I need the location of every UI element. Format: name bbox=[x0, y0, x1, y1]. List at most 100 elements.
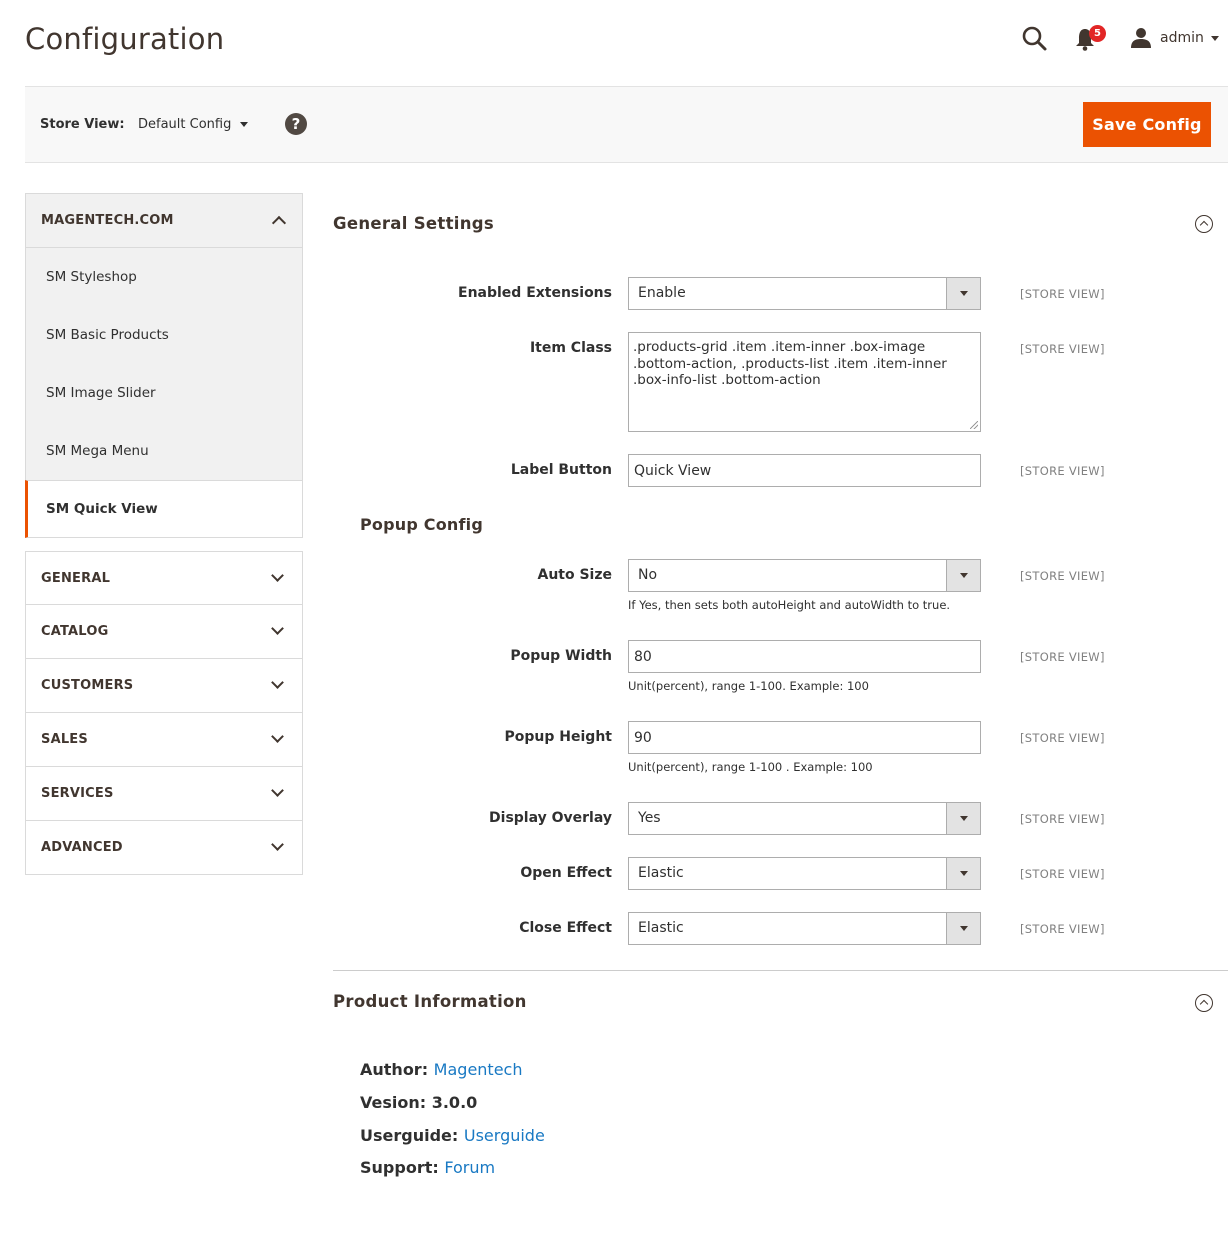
store-switcher-bar: Store View: Default Config ? Save Config bbox=[25, 86, 1228, 163]
sidebar-tab-catalog[interactable]: CATALOG bbox=[25, 605, 303, 659]
sidebar-item-sm-mega-menu[interactable]: SM Mega Menu bbox=[26, 422, 302, 480]
scope-label: [STORE VIEW] bbox=[1020, 464, 1105, 478]
label-button-input[interactable] bbox=[628, 454, 981, 487]
sidebar-spacer bbox=[25, 538, 303, 551]
chevron-down-icon bbox=[271, 676, 284, 689]
field-label: Item Class bbox=[529, 340, 612, 356]
general-settings-header[interactable]: General Settings bbox=[333, 193, 1228, 255]
chevron-down-icon bbox=[946, 913, 980, 944]
section-title-general-settings[interactable]: General Settings bbox=[333, 214, 494, 233]
store-view-dropdown[interactable]: Default Config bbox=[138, 117, 249, 132]
chevron-down-icon bbox=[271, 569, 284, 582]
store-view-selected: Default Config bbox=[138, 117, 232, 132]
popup-width-input[interactable] bbox=[628, 640, 981, 673]
textarea-value: .products-grid .item .item-inner .box-im… bbox=[633, 339, 947, 388]
enabled-extensions-select[interactable]: Enable bbox=[628, 277, 981, 310]
open-effect-select[interactable]: Elastic bbox=[628, 857, 981, 890]
userguide-link[interactable]: Userguide bbox=[464, 1126, 545, 1145]
sidebar-tab-customers[interactable]: CUSTOMERS bbox=[25, 659, 303, 713]
scope-label: [STORE VIEW] bbox=[1020, 867, 1105, 881]
chevron-down-icon bbox=[946, 560, 980, 591]
section-title-product-information[interactable]: Product Information bbox=[333, 992, 527, 1011]
sidebar-tab-label: GENERAL bbox=[41, 570, 111, 586]
sidebar-tab-sales[interactable]: SALES bbox=[25, 713, 303, 767]
field-label: Enabled Extensions bbox=[458, 285, 612, 301]
chevron-up-icon bbox=[271, 215, 287, 231]
help-icon[interactable]: ? bbox=[285, 113, 307, 135]
collapse-icon[interactable] bbox=[1195, 215, 1213, 233]
sidebar-tab-services[interactable]: SERVICES bbox=[25, 767, 303, 821]
info-key: Author: bbox=[360, 1060, 429, 1079]
save-config-button[interactable]: Save Config bbox=[1083, 102, 1211, 147]
scope-label: [STORE VIEW] bbox=[1020, 922, 1105, 936]
chevron-down-icon bbox=[271, 730, 284, 743]
select-value: Elastic bbox=[638, 865, 684, 881]
info-version: Vesion: 3.0.0 bbox=[360, 1093, 477, 1112]
info-key: Support: bbox=[360, 1158, 439, 1177]
auto-size-select[interactable]: No bbox=[628, 559, 981, 592]
product-information-header[interactable]: Product Information bbox=[333, 972, 1228, 1034]
store-view-label: Store View: bbox=[40, 117, 125, 132]
sidebar-item-sm-image-slider[interactable]: SM Image Slider bbox=[26, 364, 302, 422]
sidebar-tab-general[interactable]: GENERAL bbox=[25, 551, 303, 605]
field-label: Popup Width bbox=[510, 648, 612, 664]
field-label: Auto Size bbox=[537, 567, 612, 583]
section-divider bbox=[333, 970, 1228, 971]
chevron-down-icon bbox=[271, 838, 284, 851]
sidebar-item-sm-quick-view[interactable]: SM Quick View bbox=[25, 480, 302, 538]
user-icon bbox=[1131, 28, 1151, 48]
admin-name: admin bbox=[1160, 30, 1204, 46]
sidebar-item-sm-basic-products[interactable]: SM Basic Products bbox=[26, 306, 302, 364]
sidebar-tab-label: ADVANCED bbox=[41, 840, 123, 855]
sidebar-item-sm-styleshop[interactable]: SM Styleshop bbox=[26, 248, 302, 306]
scope-label: [STORE VIEW] bbox=[1020, 731, 1105, 745]
admin-account-menu[interactable]: admin bbox=[1130, 26, 1219, 50]
chevron-down-icon bbox=[271, 622, 284, 635]
info-userguide: Userguide: Userguide bbox=[360, 1126, 545, 1145]
chevron-down-icon bbox=[946, 278, 980, 309]
field-label: Display Overlay bbox=[489, 810, 612, 826]
sidebar-group-title: MAGENTECH.COM bbox=[41, 213, 174, 228]
sidebar-tab-label: CATALOG bbox=[41, 624, 109, 639]
sidebar-subitems: SM Styleshop SM Basic Products SM Image … bbox=[25, 248, 303, 538]
popup-config-heading: Popup Config bbox=[360, 515, 484, 534]
select-value: Yes bbox=[638, 810, 661, 826]
info-support: Support: Forum bbox=[360, 1158, 495, 1177]
field-label: Open Effect bbox=[520, 865, 612, 881]
select-value: Elastic bbox=[638, 920, 684, 936]
collapse-icon[interactable] bbox=[1195, 994, 1213, 1012]
search-icon[interactable] bbox=[1020, 24, 1048, 52]
scope-label: [STORE VIEW] bbox=[1020, 569, 1105, 583]
field-label: Popup Height bbox=[504, 729, 612, 745]
author-link[interactable]: Magentech bbox=[434, 1060, 523, 1079]
scope-label: [STORE VIEW] bbox=[1020, 650, 1105, 664]
config-main: General Settings Enabled Extensions Enab… bbox=[333, 193, 1228, 1177]
chevron-down-icon bbox=[946, 858, 980, 889]
scope-label: [STORE VIEW] bbox=[1020, 287, 1105, 301]
info-version-text: Vesion: 3.0.0 bbox=[360, 1093, 478, 1112]
sidebar-group-magentech[interactable]: MAGENTECH.COM bbox=[25, 193, 303, 248]
popup-height-input[interactable] bbox=[628, 721, 981, 754]
field-note: Unit(percent), range 1-100. Example: 100 bbox=[628, 679, 869, 693]
scope-label: [STORE VIEW] bbox=[1020, 812, 1105, 826]
sidebar-tab-advanced[interactable]: ADVANCED bbox=[25, 821, 303, 875]
sidebar-tab-label: CUSTOMERS bbox=[41, 678, 134, 693]
item-class-textarea[interactable]: .products-grid .item .item-inner .box-im… bbox=[628, 332, 981, 432]
notification-badge: 5 bbox=[1089, 25, 1106, 42]
info-author: Author: Magentech bbox=[360, 1060, 522, 1079]
close-effect-select[interactable]: Elastic bbox=[628, 912, 981, 945]
config-sidebar: MAGENTECH.COM SM Styleshop SM Basic Prod… bbox=[25, 193, 303, 875]
select-value: No bbox=[638, 567, 658, 583]
field-label: Close Effect bbox=[519, 920, 612, 936]
sidebar-tab-label: SALES bbox=[41, 732, 88, 747]
page-title: Configuration bbox=[25, 22, 225, 56]
select-value: Enable bbox=[638, 285, 686, 301]
display-overlay-select[interactable]: Yes bbox=[628, 802, 981, 835]
chevron-down-icon bbox=[1210, 35, 1219, 41]
field-note: If Yes, then sets both autoHeight and au… bbox=[628, 598, 951, 612]
resize-handle-icon[interactable] bbox=[970, 421, 978, 429]
sidebar-tab-label: SERVICES bbox=[41, 786, 114, 801]
chevron-down-icon bbox=[946, 803, 980, 834]
chevron-down-icon bbox=[271, 784, 284, 797]
forum-link[interactable]: Forum bbox=[444, 1158, 495, 1177]
